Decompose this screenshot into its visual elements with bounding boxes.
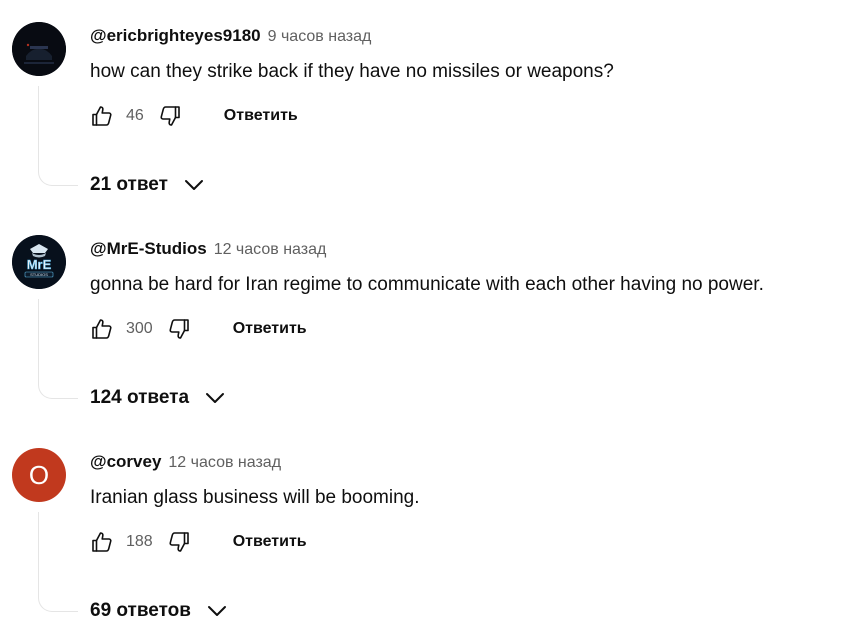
avatar-logo-subtext: STUDIOS [30,272,48,277]
avatar-image [12,22,66,76]
comment: @ericbrighteyes9180 9 часов назад how ca… [0,0,854,213]
chevron-down-icon [182,173,206,197]
dislike-button[interactable] [158,104,182,128]
like-button[interactable] [90,317,114,341]
avatar-image: MrE STUDIOS [12,235,66,289]
replies-count-label: 21 ответ [90,174,168,195]
replies-count-label: 124 ответа [90,387,190,408]
thumbs-down-icon [169,532,189,552]
chevron-down-icon [205,599,229,623]
author-name[interactable]: @MrE-Studios [90,239,207,259]
timestamp[interactable]: 9 часов назад [268,28,372,46]
chevron-down-icon [203,386,227,410]
like-count: 188 [126,533,153,550]
timestamp[interactable]: 12 часов назад [168,454,281,472]
comment: O @corvey 12 часов назад Iranian glass b… [0,426,854,637]
like-button[interactable] [90,104,114,128]
comment-header: @ericbrighteyes9180 9 часов назад [90,26,371,46]
replies-count-label: 69 ответов [90,600,191,621]
reply-button[interactable]: Ответить [224,107,298,125]
view-replies-button[interactable]: 21 ответ [90,173,206,197]
thumbs-down-icon [160,106,180,126]
author-name[interactable]: @corvey [90,452,161,472]
thumbs-down-icon [169,319,189,339]
like-button[interactable] [90,530,114,554]
thumbs-up-icon [92,532,112,552]
avatar[interactable]: O [12,448,66,502]
comment-text: how can they strike back if they have no… [90,61,614,82]
dislike-button[interactable] [167,317,191,341]
like-count: 300 [126,320,153,337]
thumbs-up-icon [92,319,112,339]
thread-line [38,299,78,399]
comment-actions: 46 Ответить [90,102,298,130]
dislike-button[interactable] [167,530,191,554]
avatar[interactable]: MrE STUDIOS [12,235,66,289]
comment-actions: 300 Ответить [90,315,307,343]
thread-line [38,86,78,186]
like-count: 46 [126,107,144,124]
comment-text: gonna be hard for Iran regime to communi… [90,274,764,295]
timestamp[interactable]: 12 часов назад [214,241,327,259]
comment: MrE STUDIOS @MrE-Studios 12 часов назад … [0,213,854,426]
view-replies-button[interactable]: 69 ответов [90,599,229,623]
avatar-logo-text: MrE [27,257,52,272]
author-name[interactable]: @ericbrighteyes9180 [90,26,261,46]
comment-actions: 188 Ответить [90,528,307,556]
reply-button[interactable]: Ответить [233,533,307,551]
avatar[interactable] [12,22,66,76]
comment-header: @corvey 12 часов назад [90,452,281,472]
thumbs-up-icon [92,106,112,126]
reply-button[interactable]: Ответить [233,320,307,338]
comment-header: @MrE-Studios 12 часов назад [90,239,326,259]
comment-text: Iranian glass business will be booming. [90,487,420,508]
avatar-letter: O [28,459,50,490]
thread-line [38,512,78,612]
view-replies-button[interactable]: 124 ответа [90,386,227,410]
